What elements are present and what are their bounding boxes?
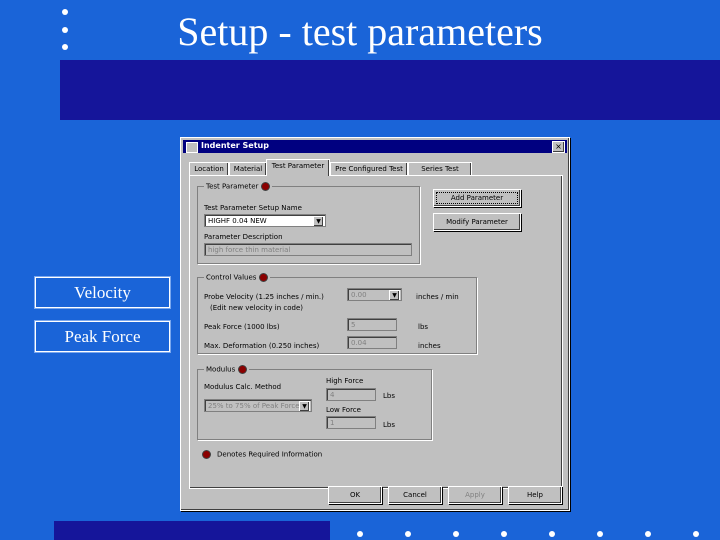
footer-dot xyxy=(453,531,459,537)
tab-panel: Test Parameter Test Parameter Setup Name… xyxy=(189,175,563,489)
setup-name-value: HIGHF 0.04 NEW xyxy=(208,217,267,225)
high-force-field[interactable]: 4 xyxy=(326,388,376,401)
ok-button[interactable]: OK xyxy=(328,486,382,504)
peak-force-label: Peak Force (1000 lbs) xyxy=(204,323,280,331)
setup-name-select[interactable]: HIGHF 0.04 NEW ▼ xyxy=(204,214,326,227)
low-force-field[interactable]: 1 xyxy=(326,416,376,429)
deformation-unit: inches xyxy=(418,342,441,350)
test-parameter-group: Test Parameter Test Parameter Setup Name… xyxy=(197,182,420,264)
chevron-down-icon[interactable]: ▼ xyxy=(299,401,310,411)
required-icon xyxy=(259,273,269,282)
velocity-field[interactable]: 0.00 ▼ xyxy=(347,288,402,301)
tab-pre-configured-test[interactable]: Pre Configured Test xyxy=(330,162,408,175)
tab-material[interactable]: Material xyxy=(229,162,267,175)
apply-button[interactable]: Apply xyxy=(448,486,502,504)
setup-name-label: Test Parameter Setup Name xyxy=(204,204,302,212)
tab-test-parameter[interactable]: Test Parameter xyxy=(266,159,330,176)
modify-parameter-button[interactable]: Modify Parameter xyxy=(433,213,521,231)
footer-dot xyxy=(357,531,363,537)
modulus-group: Modulus Modulus Calc. Method 25% to 75% … xyxy=(197,365,432,440)
chevron-down-icon[interactable]: ▼ xyxy=(389,290,400,300)
description-label: Parameter Description xyxy=(204,233,283,241)
low-force-unit: Lbs xyxy=(383,421,395,429)
group-label: Test Parameter xyxy=(204,182,273,191)
footer-dot xyxy=(501,531,507,537)
velocity-unit: inches / min xyxy=(416,293,459,301)
app-icon xyxy=(186,142,198,153)
slide-title: Setup - test parameters xyxy=(177,9,543,54)
low-force-label: Low Force xyxy=(326,406,361,414)
footer-band xyxy=(54,521,330,540)
group-label: Control Values xyxy=(204,273,271,282)
required-icon xyxy=(261,182,271,191)
peak-force-field[interactable]: 5 xyxy=(347,318,397,331)
group-label: Modulus xyxy=(204,365,250,374)
footer-dot xyxy=(597,531,603,537)
modulus-method-select[interactable]: 25% to 75% of Peak Force ▼ xyxy=(204,399,312,412)
cancel-button[interactable]: Cancel xyxy=(388,486,442,504)
modulus-group-label: Modulus xyxy=(206,365,236,374)
velocity-callout[interactable]: Velocity xyxy=(34,276,171,309)
close-icon[interactable]: × xyxy=(552,141,565,153)
chevron-down-icon[interactable]: ▼ xyxy=(313,216,324,226)
velocity-note: (Edit new velocity in code) xyxy=(210,304,304,312)
help-button[interactable]: Help xyxy=(508,486,562,504)
tab-series-test[interactable]: Series Test xyxy=(408,162,472,175)
tab-location[interactable]: Location xyxy=(189,162,229,175)
footer-dot xyxy=(405,531,411,537)
indenter-setup-dialog: Indenter Setup × Location Material Test … xyxy=(180,137,570,511)
description-field[interactable]: high force thin material xyxy=(204,243,412,256)
deformation-field[interactable]: 0.04 xyxy=(347,336,397,349)
modulus-method-value: 25% to 75% of Peak Force xyxy=(208,402,300,410)
dialog-title: Indenter Setup xyxy=(201,141,269,150)
velocity-label: Probe Velocity (1.25 inches / min.) xyxy=(204,293,324,301)
test-parameter-group-label: Test Parameter xyxy=(206,182,259,191)
high-force-label: High Force xyxy=(326,377,364,385)
dialog-title-bar: Indenter Setup × xyxy=(183,140,567,153)
peak-force-unit: lbs xyxy=(418,323,429,331)
add-parameter-button[interactable]: Add Parameter xyxy=(433,189,521,207)
title-band xyxy=(60,60,720,120)
control-values-group: Control Values Probe Velocity (1.25 inch… xyxy=(197,273,477,354)
velocity-value: 0.00 xyxy=(351,291,367,299)
modulus-method-label: Modulus Calc. Method xyxy=(204,383,282,391)
footer-dot xyxy=(549,531,555,537)
deformation-label: Max. Deformation (0.250 inches) xyxy=(204,342,320,350)
required-legend-text: Denotes Required Information xyxy=(217,450,323,459)
required-icon xyxy=(238,365,248,374)
control-values-group-label: Control Values xyxy=(206,273,257,282)
footer-dot xyxy=(693,531,699,537)
footer-dot xyxy=(645,531,651,537)
high-force-unit: Lbs xyxy=(383,392,395,400)
required-icon xyxy=(202,450,211,459)
required-legend: Denotes Required Information xyxy=(202,450,322,459)
peak-force-callout[interactable]: Peak Force xyxy=(34,320,171,353)
